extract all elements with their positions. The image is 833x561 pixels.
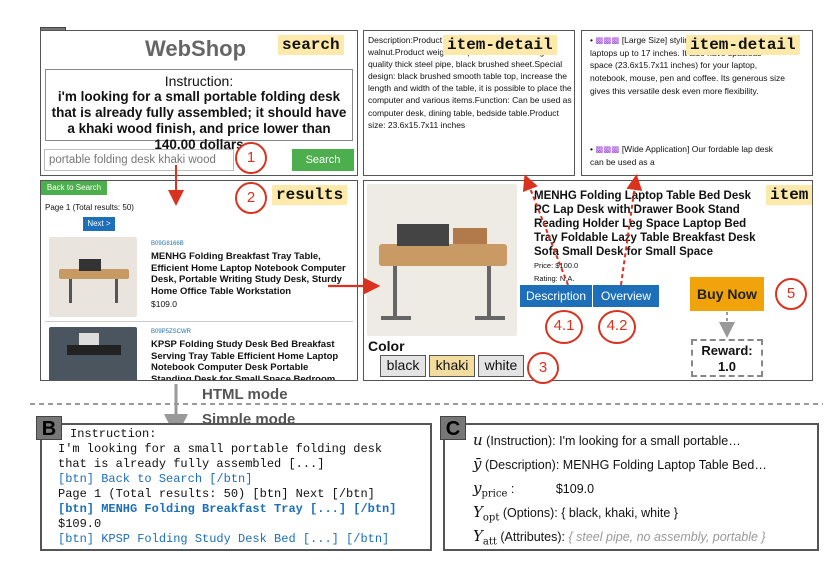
attr-value-price: $109.0 (555, 482, 595, 496)
attr-sub-opt: opt (482, 512, 500, 524)
step-4-1-marker: 4.1 (545, 310, 583, 344)
attr-value-attributes: { steel pipe, no assembly, portable } (568, 530, 766, 544)
simple-line-instruction-2: that is already fully assembled [...] (58, 457, 325, 471)
simple-line-price: $109.0 (58, 517, 102, 531)
simple-line-instruction-1: I'm looking for a small portable folding… (58, 442, 383, 456)
attr-symbol-yatt: Y (473, 527, 483, 545)
attr-sub-att: att (482, 536, 497, 548)
html-mode-label: HTML mode (202, 386, 288, 403)
attr-label-attributes: (Attributes): (500, 530, 565, 544)
section-c-label: C (440, 416, 466, 440)
attr-row-description: ȳ (Description): MENHG Folding Laptop Ta… (473, 455, 767, 473)
attr-label-description: (Description): (484, 458, 560, 472)
attr-label-instruction: (Instruction): (486, 434, 556, 448)
attr-row-price: yprice : $109.0 (473, 479, 594, 500)
attr-label-options: (Options): (502, 506, 558, 520)
attr-row-instruction: u (Instruction): I'm looking for a small… (473, 431, 741, 449)
attr-sub-price: price (481, 488, 508, 500)
attr-value-instruction: I'm looking for a small portable… (559, 434, 741, 448)
step-1-marker: 1 (235, 142, 267, 174)
attr-row-attributes: Yatt (Attributes): { steel pipe, no asse… (473, 527, 766, 548)
step-3-marker: 3 (527, 352, 559, 384)
arrow-description-to-detail (522, 174, 569, 286)
arrow-overview-to-detail (620, 174, 643, 286)
attr-symbol-u: u (473, 431, 483, 449)
section-b-label: B (36, 416, 62, 440)
attr-row-options: Yopt (Options): { black, khaki, white } (473, 503, 678, 524)
simple-line-back-button[interactable]: [btn] Back to Search [/btn] (58, 472, 252, 486)
simple-line-result-1[interactable]: [btn] MENHG Folding Breakfast Tray [...]… (58, 502, 396, 516)
step-5-marker: 5 (775, 278, 807, 310)
attr-symbol-yopt: Y (473, 503, 483, 521)
step-2-marker: 2 (235, 182, 267, 214)
attributes-panel: u (Instruction): I'm looking for a small… (443, 423, 819, 551)
simple-line-result-2[interactable]: [btn] KPSP Folding Study Desk Bed [...] … (58, 532, 389, 546)
step-4-2-marker: 4.2 (598, 310, 636, 344)
attr-symbol-ybar: ȳ (473, 455, 482, 473)
attr-label-price: : (510, 482, 515, 496)
simple-mode-panel: Instruction: I'm looking for a small por… (40, 423, 432, 551)
attr-value-options: { black, khaki, white } (561, 506, 678, 520)
simple-line-page-info[interactable]: Page 1 (Total results: 50) [btn] Next [/… (58, 487, 375, 501)
attr-value-description: MENHG Folding Laptop Table Bed… (562, 458, 767, 472)
simple-line-instruction: Instruction: (70, 427, 157, 441)
